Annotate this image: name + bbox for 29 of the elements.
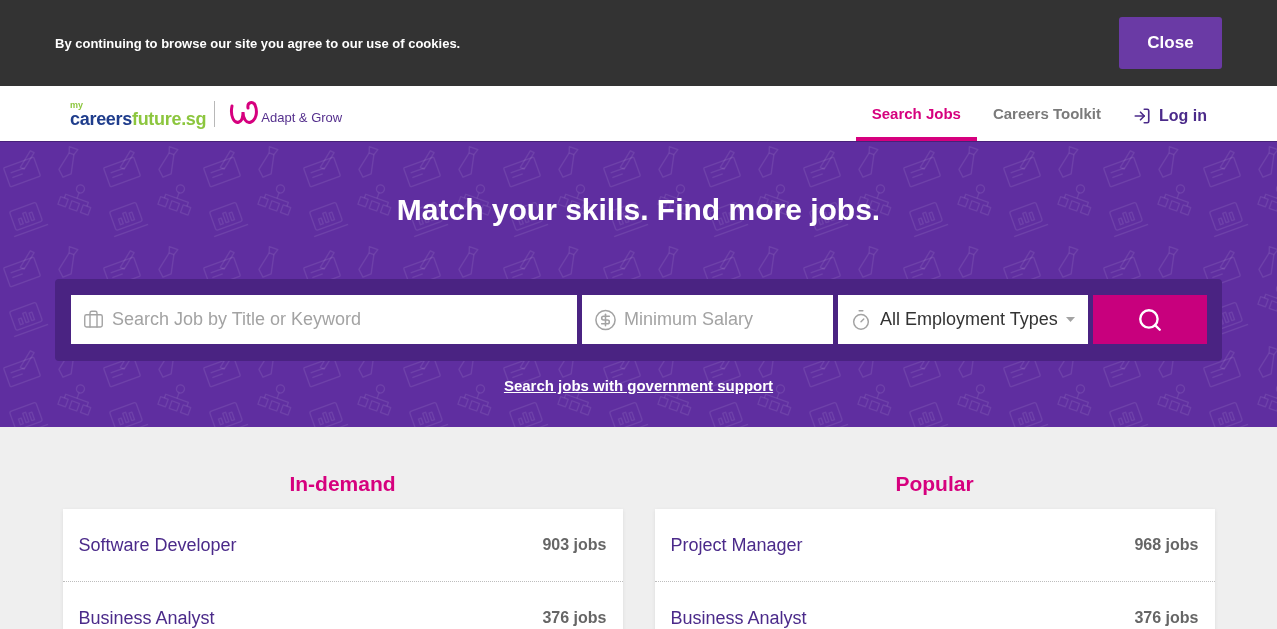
- keyword-search-field[interactable]: Search Job by Title or Keyword: [71, 295, 577, 344]
- job-title-link[interactable]: Business Analyst: [78, 607, 215, 629]
- stopwatch-icon: [850, 308, 872, 331]
- job-title-link[interactable]: Business Analyst: [670, 607, 807, 629]
- swirl-logo-icon: [229, 100, 260, 127]
- logo-prefix-text: my: [70, 100, 83, 109]
- job-count-text: 376 jobs: [1134, 609, 1199, 627]
- cookie-notice-text: By continuing to browse our site you agree to our use of cookies.: [55, 35, 461, 51]
- briefcase-icon: [83, 309, 104, 330]
- search-icon: [1137, 306, 1163, 333]
- login-link[interactable]: Log in: [1117, 100, 1207, 131]
- caret-icon: [1065, 317, 1075, 322]
- job-count-text: 903 jobs: [542, 536, 607, 554]
- job-title-link[interactable]: Project Manager: [670, 534, 803, 556]
- job-count-text: 376 jobs: [542, 609, 607, 627]
- job-count-text: 968 jobs: [1134, 536, 1199, 554]
- partner-logo-text: Adapt & Grow: [261, 109, 343, 125]
- section-heading: Popular: [895, 471, 974, 497]
- job-title-link[interactable]: Software Developer: [78, 534, 237, 556]
- dollar-icon: [594, 308, 617, 331]
- section-heading: In-demand: [289, 471, 396, 497]
- hero-title: Match your skills. Find more jobs.: [396, 192, 881, 228]
- employment-type-dropdown[interactable]: All Employment Types: [838, 295, 1088, 344]
- search-button[interactable]: [1093, 295, 1207, 344]
- login-icon: [1133, 106, 1151, 125]
- salary-field[interactable]: Minimum Salary: [582, 295, 833, 344]
- nav-tab[interactable]: Careers Toolkit: [976, 86, 1117, 141]
- close-button[interactable]: Close: [1119, 17, 1222, 69]
- government-support-link[interactable]: Search jobs with government support: [503, 376, 774, 396]
